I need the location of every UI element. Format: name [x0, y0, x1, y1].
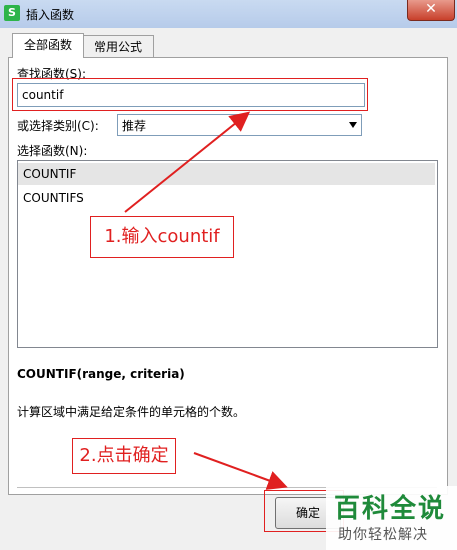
tab-all-functions[interactable]: 全部函数	[12, 33, 84, 58]
arrow-to-ok	[193, 452, 288, 490]
annotation-arrows	[124, 111, 288, 490]
watermark-logo-text: 百科全说	[334, 494, 447, 524]
watermark-tagline: 助你轻松解决	[338, 527, 428, 543]
arrow-to-search	[124, 111, 251, 213]
watermark: 百科全说 助你轻松解决	[326, 486, 457, 550]
